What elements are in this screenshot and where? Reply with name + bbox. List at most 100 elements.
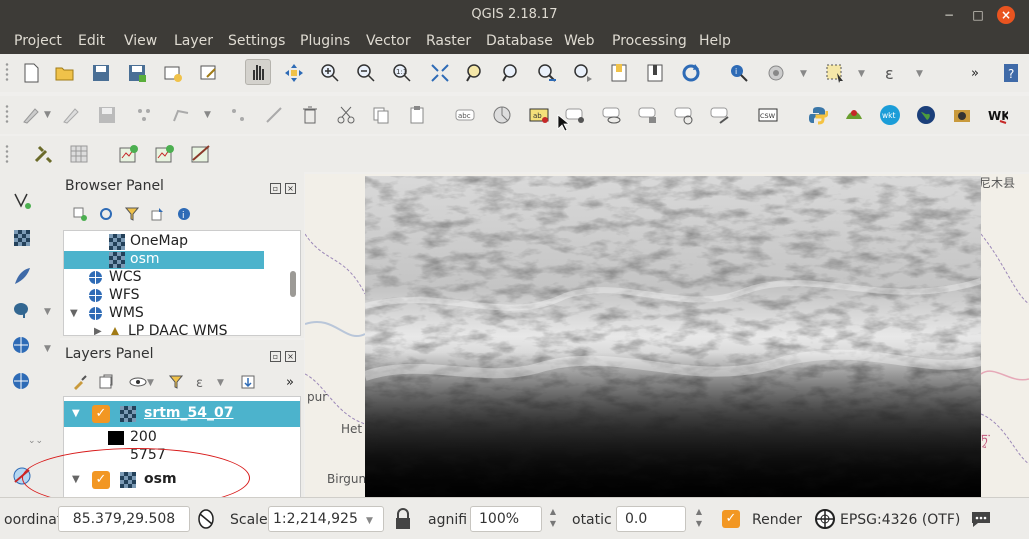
menu-project[interactable]: Project [14, 33, 62, 49]
browser-item-wms[interactable]: ▼ WMS [64, 305, 284, 323]
help-button[interactable]: ? [998, 60, 1024, 86]
menu-database[interactable]: Database [486, 33, 553, 49]
crs-globe-icon[interactable] [814, 508, 836, 530]
chevron-down-icon[interactable]: ▼ [44, 110, 51, 120]
layer-visibility-checkbox[interactable]: ✓ [92, 405, 110, 423]
zoom-in-button[interactable] [317, 60, 343, 86]
rotation-spinner[interactable]: ▲ ▼ [690, 506, 708, 532]
toolbar-grip[interactable] [5, 144, 9, 164]
identify-features-button[interactable]: i [726, 60, 752, 86]
new-bookmark-button[interactable] [606, 60, 632, 86]
add-raster-plugin-button[interactable] [152, 141, 178, 167]
profile-tool-button[interactable] [188, 141, 214, 167]
chevron-down-icon[interactable]: ▼ [858, 69, 865, 79]
menu-vector[interactable]: Vector [366, 33, 411, 49]
browser-item-lp-daac-wms[interactable]: ▶ LP DAAC WMS [64, 323, 284, 335]
layers-toolbar-overflow[interactable]: » [280, 372, 300, 392]
layers-tree[interactable]: ▼ ✓ srtm_54_07 200 5757 ▼ ✓ osm [63, 396, 301, 498]
new-shapefile-button[interactable] [8, 462, 36, 490]
menu-layer[interactable]: Layer [174, 33, 213, 49]
menu-settings[interactable]: Settings [228, 33, 285, 49]
move-label-button[interactable] [635, 102, 661, 128]
zoom-to-selection-button[interactable] [462, 60, 488, 86]
layer-visibility-checkbox[interactable]: ✓ [92, 471, 110, 489]
add-vector-plugin-button[interactable] [116, 141, 142, 167]
add-feature-button[interactable] [131, 102, 157, 128]
toggle-editing-button[interactable] [58, 102, 84, 128]
zoom-last-button[interactable] [534, 60, 560, 86]
collapse-arrow-icon[interactable]: ▼ [72, 474, 80, 485]
more-tools-chevron[interactable]: ⌄⌄ [28, 436, 43, 446]
menu-web[interactable]: Web [564, 33, 595, 49]
zoom-next-button[interactable] [570, 60, 596, 86]
coordinate-field[interactable]: 85.379,29.508 [58, 506, 190, 532]
run-feature-action-button[interactable] [763, 60, 789, 86]
select-features-button[interactable] [822, 60, 848, 86]
chevron-down-icon[interactable]: ▼ [800, 69, 807, 79]
filter-browser-button[interactable] [122, 204, 142, 224]
delete-selected-button[interactable] [297, 102, 323, 128]
expand-all-button[interactable] [238, 372, 258, 392]
toolbar-overflow-button[interactable]: » [962, 60, 988, 86]
wkt-tool-button[interactable]: WKT [985, 102, 1011, 128]
add-delimited-text-button[interactable] [8, 262, 36, 290]
raster-calculator-button[interactable] [66, 141, 92, 167]
collapse-arrow-icon[interactable]: ▼ [72, 408, 80, 419]
new-project-button[interactable] [18, 60, 44, 86]
magnifier-field[interactable]: 100% [470, 506, 542, 532]
node-tool-button[interactable] [261, 102, 287, 128]
chevron-down-icon[interactable]: ▼ [44, 344, 51, 354]
zoom-to-layer-button[interactable] [498, 60, 524, 86]
menu-view[interactable]: View [124, 33, 157, 49]
python-console-button[interactable] [805, 102, 831, 128]
chevron-down-icon[interactable]: ▼ [217, 378, 224, 388]
map-canvas[interactable]: 尼木县 pur Het Birgun ཏྭ་ [305, 174, 1029, 497]
composer-manager-button[interactable] [196, 60, 222, 86]
menu-processing[interactable]: Processing [612, 33, 687, 49]
add-raster-layer-button[interactable] [8, 224, 36, 252]
expand-arrow-icon[interactable]: ▶ [94, 326, 102, 335]
close-panel-button[interactable]: × [285, 183, 296, 194]
lock-scale-icon[interactable] [394, 508, 412, 530]
grass-plugin-button[interactable] [841, 102, 867, 128]
rotation-field[interactable]: 0.0 [616, 506, 686, 532]
browser-item-wcs[interactable]: WCS [64, 269, 284, 287]
messages-icon[interactable] [970, 509, 992, 529]
menu-raster[interactable]: Raster [426, 33, 471, 49]
menu-edit[interactable]: Edit [78, 33, 105, 49]
layer-labeling-button[interactable]: abc [452, 102, 478, 128]
screenshot-plugin-button[interactable] [949, 102, 975, 128]
paste-features-button[interactable] [404, 102, 430, 128]
wkt-plugin-button[interactable]: wkt [877, 102, 903, 128]
show-bookmarks-button[interactable] [642, 60, 668, 86]
show-hide-labels-button[interactable] [599, 102, 625, 128]
highlight-pinned-labels-button[interactable]: ab [526, 102, 552, 128]
select-by-expression-button[interactable]: ε [879, 60, 905, 86]
zoom-native-button[interactable]: 1:1 [389, 60, 415, 86]
chevron-down-icon[interactable]: ▼ [44, 307, 51, 317]
toolbar-grip[interactable] [5, 104, 9, 124]
refresh-browser-button[interactable] [96, 204, 116, 224]
properties-button[interactable]: i [174, 204, 194, 224]
open-project-button[interactable] [52, 60, 78, 86]
toggle-extents-mouse-icon[interactable] [196, 508, 216, 530]
chevron-down-icon[interactable]: ▼ [147, 378, 154, 388]
visibility-button[interactable] [128, 372, 148, 392]
close-button[interactable]: × [997, 6, 1015, 24]
refresh-button[interactable] [678, 60, 704, 86]
zoom-full-button[interactable] [427, 60, 453, 86]
current-edits-button[interactable] [18, 102, 44, 128]
menu-plugins[interactable]: Plugins [300, 33, 350, 49]
change-label-button[interactable] [707, 102, 733, 128]
add-selected-layers-button[interactable] [70, 204, 90, 224]
chevron-down-icon[interactable]: ▼ [204, 110, 211, 120]
save-layer-edits-button[interactable] [94, 102, 120, 128]
float-panel-button[interactable]: ▫ [270, 183, 281, 194]
browser-scrollbar[interactable] [290, 271, 296, 297]
collapse-all-button[interactable] [148, 204, 168, 224]
layer-srtm[interactable]: ▼ ✓ srtm_54_07 [64, 401, 300, 427]
magnifier-spinner[interactable]: ▲ ▼ [544, 506, 562, 532]
filter-legend-button[interactable] [166, 372, 186, 392]
georeferencer-button[interactable] [30, 141, 56, 167]
rotate-label-button[interactable] [671, 102, 697, 128]
